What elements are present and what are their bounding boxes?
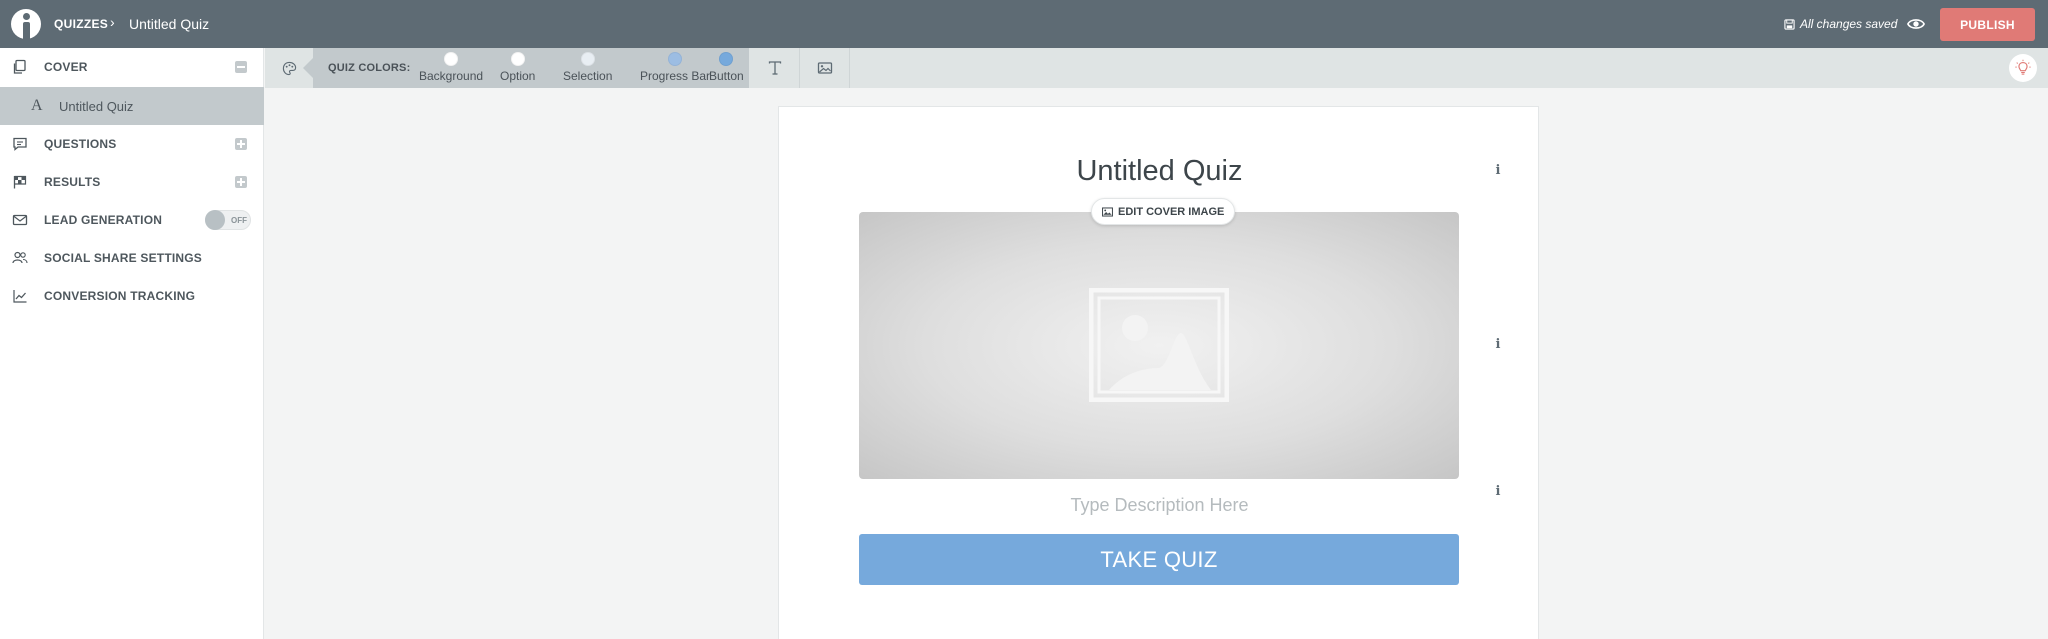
sidebar-item-questions-label: QUESTIONS (44, 137, 117, 151)
image-settings-button[interactable] (800, 48, 850, 88)
sidebar-item-social-share[interactable]: SOCIAL SHARE SETTINGS (0, 239, 264, 277)
sidebar-item-lead-generation[interactable]: LEAD GENERATION OFF (0, 201, 264, 239)
sidebar-item-results-label: RESULTS (44, 175, 101, 189)
sidebar-item-lead-generation-label: LEAD GENERATION (44, 213, 163, 227)
swatch-label: Option (500, 69, 536, 83)
toggle-state-text: OFF (231, 216, 247, 225)
cover-image[interactable] (859, 212, 1459, 479)
preview-eye-icon[interactable] (1907, 15, 1925, 33)
swatch-dot (719, 52, 734, 66)
sidebar-item-conversion-tracking-label: CONVERSION TRACKING (44, 289, 196, 303)
logo-icon[interactable] (11, 9, 41, 42)
palette-icon (282, 61, 296, 75)
swatch-button[interactable]: Button (709, 52, 744, 83)
sidebar-item-results[interactable]: RESULTS (0, 163, 264, 201)
text-type-icon: A (31, 97, 43, 114)
save-status: All changes saved (1784, 17, 1897, 31)
swatch-background[interactable]: Background (419, 52, 483, 83)
swatch-dot (444, 52, 459, 66)
toggle-knob (205, 210, 225, 230)
image-info-icon[interactable]: i (1491, 338, 1505, 352)
swatch-label: Selection (563, 69, 613, 83)
envelope-icon (12, 214, 28, 226)
swatch-label: Background (419, 69, 484, 83)
image-icon (817, 62, 832, 74)
lead-generation-toggle[interactable]: OFF (205, 210, 251, 230)
pages-icon (13, 59, 26, 74)
breadcrumb-chevron-icon: › (110, 14, 115, 30)
add-result-icon[interactable] (235, 176, 247, 188)
text-icon (768, 61, 781, 75)
sidebar-item-cover-label: COVER (44, 60, 88, 74)
publish-button[interactable]: PUBLISH (1940, 8, 2035, 41)
sidebar-item-conversion-tracking[interactable]: CONVERSION TRACKING (0, 277, 264, 315)
quiz-colors-panel: QUIZ COLORS: Background Option Selection… (303, 48, 749, 88)
image-icon (1102, 206, 1113, 217)
title-info-icon[interactable]: i (1491, 164, 1505, 178)
swatch-label: Button (709, 69, 744, 83)
lightbulb-icon (2015, 59, 2031, 75)
swatch-dot (580, 52, 595, 66)
breadcrumb-current: Untitled Quiz (129, 16, 210, 32)
editor-toolbar: QUIZ COLORS: Background Option Selection… (265, 48, 2048, 88)
sidebar-item-social-share-label: SOCIAL SHARE SETTINGS (44, 251, 202, 265)
swatch-progress-bar[interactable]: Progress Bar (640, 52, 710, 83)
sidebar-item-cover[interactable]: COVER (0, 48, 264, 86)
line-chart-icon (13, 290, 27, 303)
breadcrumb-quizzes-link[interactable]: QUIZZES (54, 17, 108, 31)
speech-bubble-icon (13, 137, 27, 151)
checkered-flag-icon (13, 175, 27, 189)
quiz-cover-canvas: Untitled Quiz i EDIT COVER IMAGE i Type … (778, 106, 1539, 639)
sidebar-subitem-label: Untitled Quiz (59, 98, 134, 114)
edit-cover-image-label: EDIT COVER IMAGE (1118, 205, 1225, 218)
edit-cover-image-button[interactable]: EDIT COVER IMAGE (1091, 198, 1236, 225)
sidebar-item-questions[interactable]: QUESTIONS (0, 125, 264, 163)
top-bar: QUIZZES › Untitled Quiz All changes save… (0, 0, 2048, 48)
save-status-text: All changes saved (1800, 17, 1898, 31)
save-disk-icon (1784, 18, 1795, 30)
swatch-label: Progress Bar (640, 69, 711, 83)
quiz-colors-label: QUIZ COLORS: (328, 62, 411, 74)
add-question-icon[interactable] (235, 138, 247, 150)
swatch-option[interactable]: Option (500, 52, 535, 83)
sidebar: COVER A Untitled Quiz QUESTIONS RESULTS … (0, 48, 264, 639)
swatch-selection[interactable]: Selection (563, 52, 612, 83)
sidebar-subitem-cover-title[interactable]: A Untitled Quiz (0, 87, 264, 125)
description-input[interactable]: Type Description Here (779, 495, 1540, 516)
users-icon (12, 251, 28, 264)
swatch-dot (510, 52, 525, 66)
text-style-button[interactable] (750, 48, 800, 88)
swatch-dot (668, 52, 683, 66)
collapse-icon[interactable] (235, 61, 247, 73)
take-quiz-button[interactable]: TAKE QUIZ (859, 534, 1459, 585)
quiz-title[interactable]: Untitled Quiz (779, 155, 1540, 188)
description-info-icon[interactable]: i (1491, 485, 1505, 499)
tips-button[interactable] (2009, 54, 2037, 82)
image-placeholder-icon (1089, 288, 1229, 402)
